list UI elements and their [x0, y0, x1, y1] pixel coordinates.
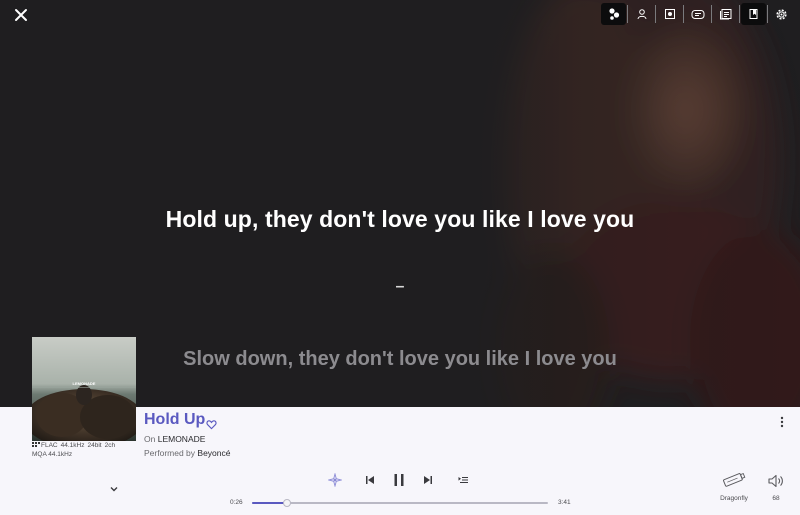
current-lyric-line: Hold up, they don't love you like I love…: [165, 206, 635, 232]
library-icon: [719, 9, 731, 20]
usb-dac-icon: [723, 472, 746, 487]
skip-previous-icon: [366, 476, 374, 484]
settings-icon: [776, 8, 787, 20]
volume-icon: [768, 474, 783, 488]
visualizer-icon: [608, 8, 619, 20]
favorite-button[interactable]: [206, 417, 217, 430]
album-art-caption: LEMONADE: [73, 381, 96, 386]
toolbar-divider: [655, 5, 656, 23]
pause-button[interactable]: [390, 471, 408, 489]
library-button[interactable]: [713, 3, 738, 25]
track-artist-line: Performed by Beyoncé: [144, 448, 231, 458]
collapse-button[interactable]: [107, 482, 121, 494]
album-icon: [664, 9, 675, 19]
lyric-instrumental-break: –: [395, 278, 405, 295]
toolbar-divider: [711, 5, 712, 23]
artist-icon: [637, 9, 646, 20]
album-prefix: On: [144, 434, 156, 444]
visualizer-button[interactable]: [601, 3, 626, 25]
album-art-image: LEMONADE: [32, 337, 136, 441]
total-time: 3:41: [558, 499, 571, 506]
format-quality-icon: [32, 442, 40, 447]
format-mqa: MQA 44.1kHz: [32, 450, 73, 458]
chevron-down-icon: [110, 487, 118, 492]
queue-list-icon: [458, 476, 468, 484]
close-icon: [15, 9, 27, 21]
toolbar-divider: [683, 5, 684, 23]
artist-link[interactable]: Beyoncé: [197, 448, 230, 458]
toolbar-divider: [739, 5, 740, 23]
artist-button[interactable]: [629, 3, 654, 25]
settings-button[interactable]: [769, 3, 794, 25]
next-button[interactable]: [420, 472, 436, 488]
progress-bar[interactable]: [252, 499, 548, 507]
close-button[interactable]: [10, 4, 32, 26]
format-bitdepth: 24bit: [87, 442, 102, 449]
pause-icon: [394, 474, 404, 486]
format-codec: FLAC: [41, 442, 58, 449]
more-options-button[interactable]: [777, 415, 787, 429]
queue-list-button[interactable]: [455, 472, 471, 488]
album-button[interactable]: [657, 3, 682, 25]
format-rate: 44.1kHz: [60, 442, 85, 449]
previous-button[interactable]: [362, 472, 378, 488]
queue-icon: [691, 10, 704, 19]
elapsed-time: 0:26: [230, 499, 243, 506]
lyrics-icon: [749, 9, 757, 19]
queue-button[interactable]: [685, 3, 710, 25]
top-toolbar: [601, 3, 794, 25]
progress-fill: [252, 502, 287, 504]
radio-button[interactable]: [327, 472, 343, 488]
more-vertical-icon: [780, 416, 784, 428]
progress-handle[interactable]: [282, 499, 291, 507]
skip-next-icon: [424, 476, 432, 484]
format-channels: 2ch: [104, 442, 116, 449]
toolbar-divider: [767, 5, 768, 23]
track-title[interactable]: Hold Up: [144, 411, 205, 429]
heart-icon: [206, 420, 217, 430]
lyrics-button[interactable]: [741, 3, 766, 25]
artist-prefix: Performed by: [144, 448, 196, 458]
volume-button[interactable]: [767, 473, 785, 489]
album-link[interactable]: LEMONADE: [158, 434, 206, 444]
track-album-line: On LEMONADE: [144, 434, 205, 444]
sparkle-icon: [328, 473, 342, 487]
output-device-button[interactable]: [720, 471, 748, 489]
volume-level: 68: [772, 495, 780, 502]
output-device-label: Dragonfly: [720, 495, 748, 502]
album-art[interactable]: LEMONADE: [32, 337, 136, 441]
audio-format-info: FLAC 44.1kHz 24bit 2ch MQA 44.1kHz: [32, 442, 118, 459]
toolbar-divider: [627, 5, 628, 23]
